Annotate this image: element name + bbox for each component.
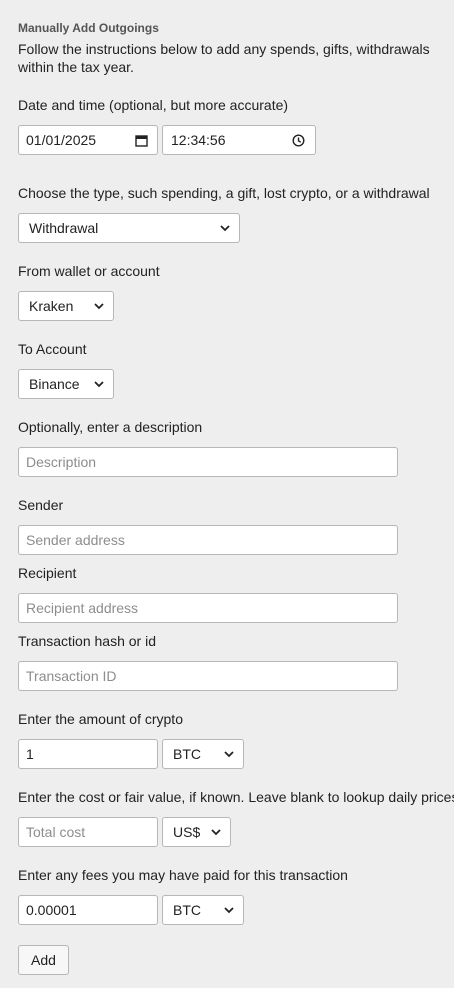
- to-account-label: To Account: [18, 341, 87, 357]
- sender-input[interactable]: Sender address: [18, 525, 398, 555]
- form-title: Manually Add Outgoings: [18, 21, 159, 35]
- sender-label: Sender: [18, 497, 64, 513]
- type-selected: Withdrawal: [29, 220, 99, 236]
- amount-input[interactable]: 1: [18, 739, 158, 769]
- tx-hash-input[interactable]: Transaction ID: [18, 661, 398, 691]
- description-placeholder: Description: [26, 454, 97, 470]
- chevron-down-icon: [223, 904, 235, 916]
- calendar-icon[interactable]: [133, 132, 149, 148]
- datetime-label: Date and time (optional, but more accura…: [18, 97, 289, 113]
- form-intro: Follow the instructions below to add any…: [18, 41, 430, 75]
- cost-label: Enter the cost or fair value, if known. …: [18, 789, 454, 805]
- time-input[interactable]: 12:34:56: [162, 125, 316, 155]
- amount-value: 1: [26, 746, 34, 762]
- cost-input[interactable]: Total cost: [18, 817, 158, 847]
- from-account-select[interactable]: Kraken: [18, 291, 114, 321]
- type-select[interactable]: Withdrawal: [18, 213, 240, 243]
- chevron-down-icon: [223, 748, 235, 760]
- date-value: 01/01/2025: [26, 132, 97, 148]
- description-label: Optionally, enter a description: [18, 419, 203, 435]
- chevron-down-icon: [93, 378, 105, 390]
- cost-placeholder: Total cost: [26, 824, 86, 840]
- amount-label: Enter the amount of crypto: [18, 711, 183, 727]
- fees-input[interactable]: 0.00001: [18, 895, 158, 925]
- fees-currency-selected: BTC: [173, 902, 201, 918]
- recipient-placeholder: Recipient address: [26, 600, 139, 616]
- type-label: Choose the type, such spending, a gift, …: [18, 185, 430, 201]
- clock-icon[interactable]: [290, 132, 306, 148]
- recipient-input[interactable]: Recipient address: [18, 593, 398, 623]
- tx-hash-placeholder: Transaction ID: [26, 668, 117, 684]
- chevron-down-icon: [210, 826, 222, 838]
- sender-placeholder: Sender address: [26, 532, 125, 548]
- fees-value: 0.00001: [26, 902, 77, 918]
- chevron-down-icon: [219, 222, 231, 234]
- fees-currency-select[interactable]: BTC: [162, 895, 244, 925]
- chevron-down-icon: [93, 300, 105, 312]
- amount-currency-select[interactable]: BTC: [162, 739, 244, 769]
- fees-label: Enter any fees you may have paid for thi…: [18, 867, 348, 883]
- time-value: 12:34:56: [171, 132, 226, 148]
- amount-currency-selected: BTC: [173, 746, 201, 762]
- to-account-select[interactable]: Binance: [18, 369, 114, 399]
- description-input[interactable]: Description: [18, 447, 398, 477]
- to-account-selected: Binance: [29, 376, 80, 392]
- from-account-label: From wallet or account: [18, 263, 160, 279]
- recipient-label: Recipient: [18, 565, 77, 581]
- tx-hash-label: Transaction hash or id: [18, 633, 156, 649]
- from-account-selected: Kraken: [29, 298, 74, 314]
- cost-currency-select[interactable]: US$: [162, 817, 231, 847]
- add-button[interactable]: Add: [18, 945, 69, 975]
- cost-currency-selected: US$: [173, 824, 201, 840]
- date-input[interactable]: 01/01/2025: [18, 125, 158, 155]
